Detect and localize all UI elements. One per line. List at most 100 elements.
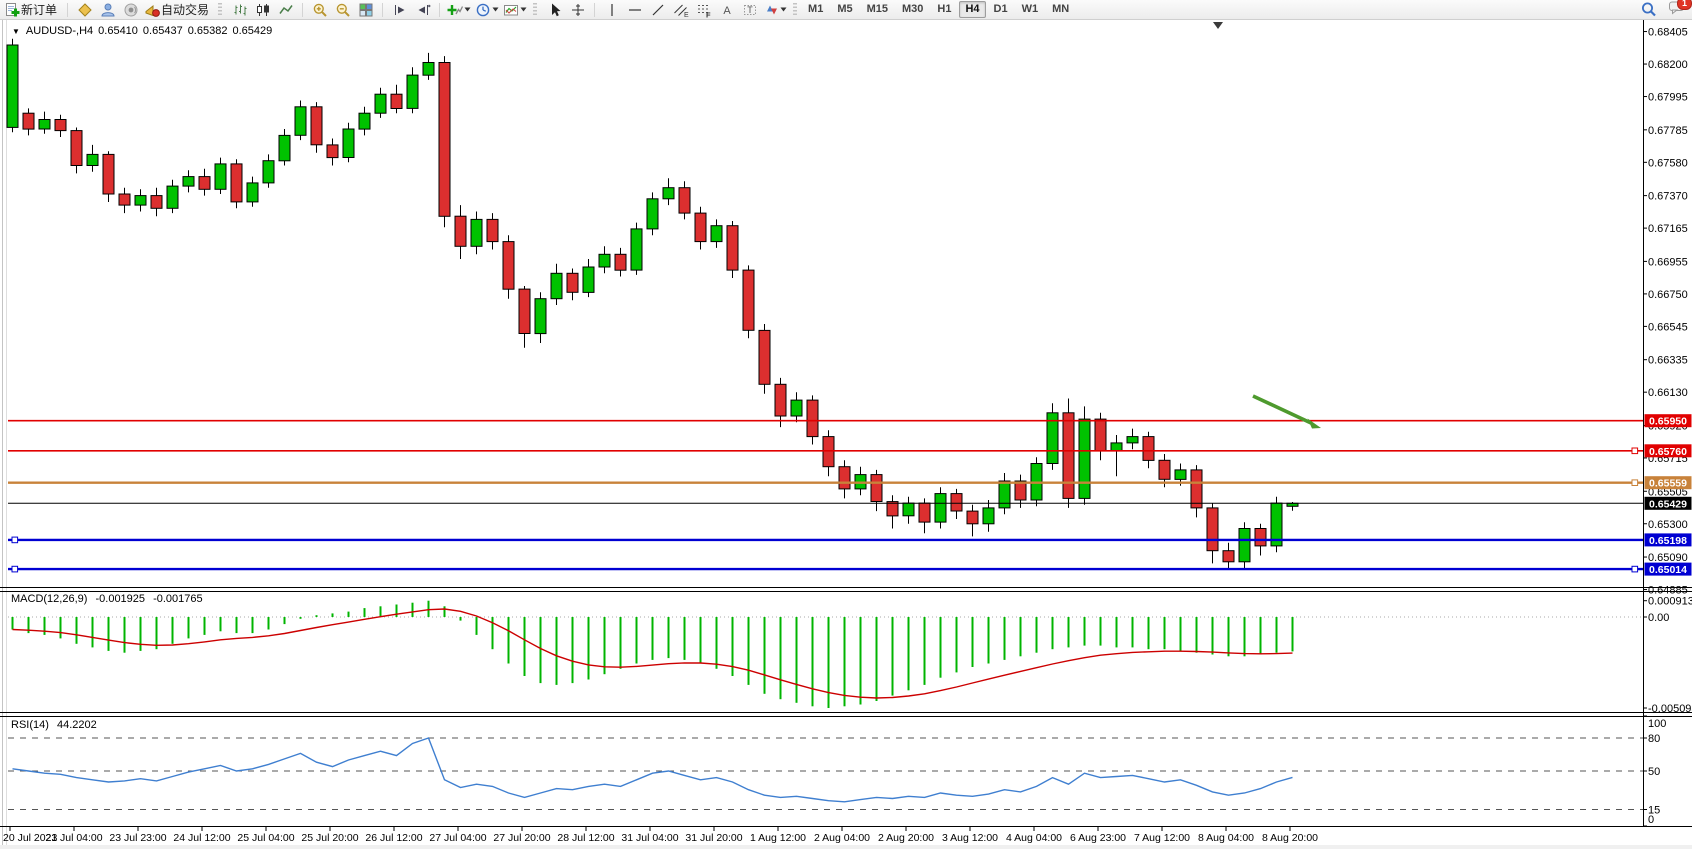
candle-body [903, 503, 914, 516]
text-tool-button[interactable]: A [715, 1, 738, 18]
chart-shift-button[interactable] [411, 1, 434, 18]
price-tick-label: 0.67995 [1648, 92, 1688, 104]
timeframe-d1[interactable]: D1 [988, 1, 1014, 18]
hline-handle[interactable] [1632, 480, 1638, 486]
candle-body [1255, 529, 1266, 546]
auto-trading-button[interactable]: 自动交易 [142, 1, 214, 18]
hline-handle[interactable] [1632, 448, 1638, 454]
vertical-line-tool-button[interactable] [600, 1, 623, 18]
candle-body [759, 330, 770, 384]
notification-badge: 1 [1677, 0, 1692, 10]
toolbar-grip[interactable] [793, 3, 797, 16]
rsi-label: RSI(14) 44.2202 [11, 719, 102, 731]
bar-chart-mode-button[interactable] [228, 1, 251, 18]
price-tick-label: 0.66750 [1648, 289, 1688, 301]
timeframe-h4[interactable]: H4 [959, 1, 985, 18]
candle-body [999, 481, 1010, 508]
candle-body [551, 273, 562, 298]
periods-button[interactable] [473, 1, 501, 18]
chevron-down-icon [464, 7, 471, 12]
macd-name: MACD(12,26,9) [11, 593, 87, 605]
candlestick-mode-button[interactable] [251, 1, 274, 18]
arrows-icon [763, 2, 779, 18]
search-button[interactable] [1637, 1, 1660, 18]
chat-button[interactable]: 1 [1668, 0, 1686, 20]
hline-handle[interactable] [1632, 566, 1638, 572]
indicators-icon [447, 2, 463, 18]
clock-icon [475, 2, 491, 18]
candle-body [263, 161, 274, 183]
candle-body [471, 219, 482, 246]
zoom-in-button[interactable] [308, 1, 331, 18]
toolbar-separator [439, 3, 440, 17]
candle-body [1191, 470, 1202, 508]
templates-button[interactable] [501, 1, 529, 18]
trendline-tool-button[interactable] [646, 1, 669, 18]
candle-body [839, 467, 850, 489]
chart-title[interactable]: ▼ AUDUSD-,H4 0.65410 0.65437 0.65382 0.6… [12, 25, 277, 37]
toolbar-separator [594, 3, 595, 17]
price-tick-label: 0.67370 [1648, 191, 1688, 203]
candle-body [631, 229, 642, 270]
text-icon: A [720, 2, 734, 18]
candle-body [135, 196, 146, 206]
toolbar-grip[interactable] [533, 3, 537, 16]
profile-icon [100, 2, 116, 18]
rsi-axis-label: 0 [1648, 814, 1654, 826]
chart-shift-icon [415, 2, 431, 18]
hline-handle[interactable] [12, 566, 18, 572]
candle-body [679, 188, 690, 213]
horizontal-line-tool-button[interactable] [623, 1, 646, 18]
vertical-line-icon [605, 2, 619, 18]
time-tick-label: 2 Aug 04:00 [814, 832, 870, 844]
timeframe-mn[interactable]: MN [1046, 1, 1075, 18]
macd-axis-label: 0.00 [1648, 612, 1669, 624]
candle-body [327, 145, 338, 158]
one-click-trading-expander-icon[interactable]: ▼ [12, 27, 20, 36]
tile-windows-button[interactable] [354, 1, 377, 18]
market-watch-button[interactable] [73, 1, 96, 18]
rsi-axis-label: 100 [1648, 718, 1666, 730]
timeframe-m5[interactable]: M5 [831, 1, 858, 18]
macd-value-signal: -0.001765 [153, 593, 203, 605]
timeframe-m30[interactable]: M30 [896, 1, 929, 18]
cursor-button[interactable] [543, 1, 566, 18]
timeframe-h1[interactable]: H1 [931, 1, 957, 18]
candle-body [23, 113, 34, 129]
candle-body [487, 219, 498, 241]
profile-button[interactable] [96, 1, 119, 18]
crosshair-button[interactable] [566, 1, 589, 18]
svg-text:F: F [706, 10, 711, 18]
price-tick-label: 0.67785 [1648, 125, 1688, 137]
zoom-out-button[interactable] [331, 1, 354, 18]
candle-body [55, 120, 66, 131]
candle-body [727, 226, 738, 270]
chart-background[interactable] [0, 19, 1692, 849]
indicators-button[interactable] [445, 1, 473, 18]
candlestick-mode-icon [255, 2, 271, 18]
candle-body [615, 254, 626, 270]
hline-handle[interactable] [12, 537, 18, 543]
line-chart-mode-button[interactable] [274, 1, 297, 18]
auto-scroll-button[interactable] [388, 1, 411, 18]
price-level-badge-text: 0.65198 [1649, 535, 1687, 547]
equidistant-channel-tool-button[interactable]: E [669, 1, 692, 18]
candle-body [375, 94, 386, 113]
timeframe-w1[interactable]: W1 [1016, 1, 1045, 18]
candle-body [359, 113, 370, 129]
fibonacci-tool-button[interactable]: F [692, 1, 715, 18]
timeframe-m15[interactable]: M15 [861, 1, 894, 18]
arrows-tool-button[interactable] [761, 1, 789, 18]
timeframe-m1[interactable]: M1 [802, 1, 829, 18]
price-tick-label: 0.66955 [1648, 256, 1688, 268]
chevron-down-icon [780, 7, 787, 12]
text-label-tool-button[interactable]: T [738, 1, 761, 18]
toolbar-grip[interactable] [218, 3, 222, 16]
new-order-button[interactable]: 新订单 [2, 1, 62, 18]
candle-body [599, 254, 610, 267]
quote-open: 0.65410 [98, 25, 138, 37]
chart-canvas[interactable]: 0.684050.682000.679950.677850.675800.673… [0, 0, 1692, 849]
price-tick-label: 0.67580 [1648, 157, 1688, 169]
new-order-label: 新订单 [21, 1, 57, 18]
sound-alerts-button[interactable] [119, 1, 142, 18]
